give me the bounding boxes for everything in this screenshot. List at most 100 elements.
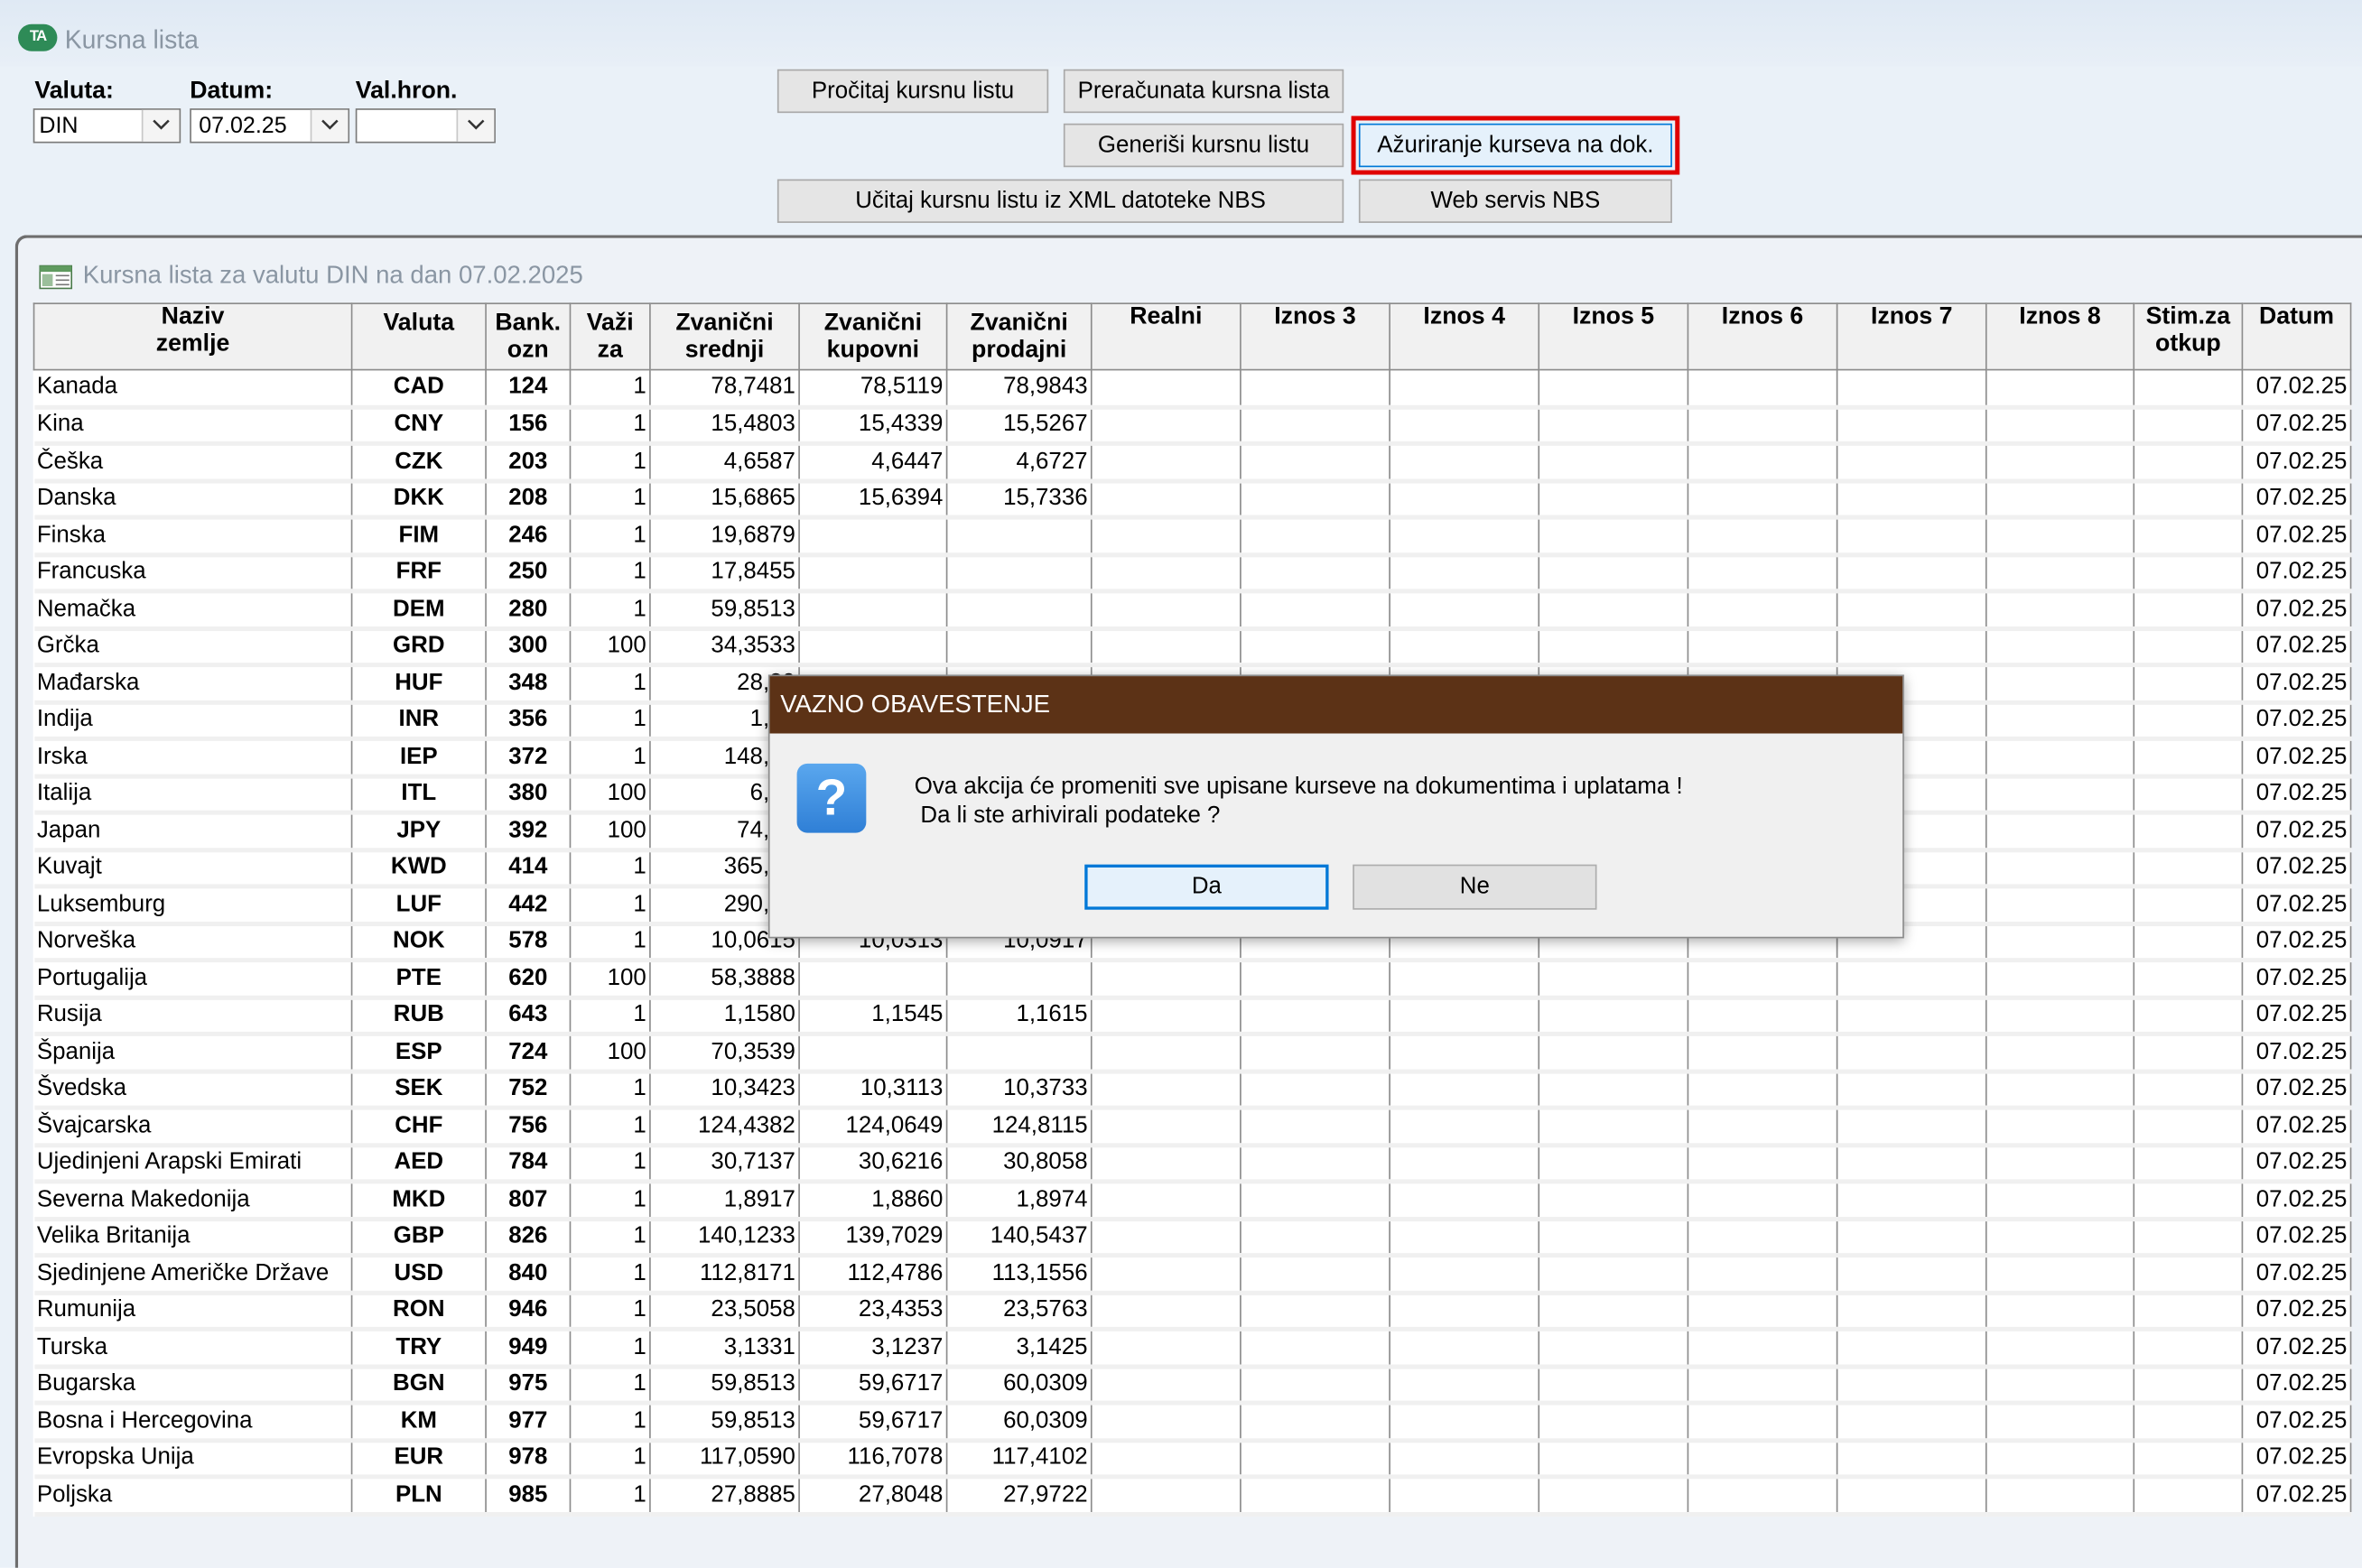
- amount-3-cell[interactable]: [1240, 1366, 1390, 1406]
- bank-code-cell[interactable]: 246: [486, 517, 572, 557]
- stim-purchase-cell[interactable]: [2134, 1108, 2244, 1147]
- country-name-cell[interactable]: Kina: [33, 406, 353, 446]
- country-name-cell[interactable]: Italija: [33, 775, 353, 815]
- amount-5-cell[interactable]: [1539, 590, 1689, 631]
- amount-5-cell[interactable]: [1539, 369, 1689, 409]
- bank-code-cell[interactable]: 208: [486, 480, 572, 520]
- amount-6-cell[interactable]: [1688, 1144, 1838, 1184]
- official-middle-cell[interactable]: 1,1580: [649, 997, 800, 1036]
- official-middle-cell[interactable]: 140,1233: [649, 1218, 800, 1258]
- real-cell[interactable]: [1091, 1329, 1241, 1369]
- country-name-cell[interactable]: Švajcarska: [33, 1108, 353, 1147]
- real-cell[interactable]: [1091, 960, 1241, 999]
- official-selling-cell[interactable]: [946, 590, 1093, 631]
- official-buying-cell[interactable]: [799, 517, 948, 557]
- amount-8-cell[interactable]: [1985, 1366, 2135, 1406]
- bank-code-cell[interactable]: 442: [486, 886, 572, 926]
- amount-5-cell[interactable]: [1539, 553, 1689, 594]
- currency-code-cell[interactable]: TRY: [351, 1329, 487, 1369]
- stim-purchase-cell[interactable]: [2134, 590, 2244, 631]
- valid-for-cell[interactable]: 1: [570, 1366, 651, 1406]
- real-cell[interactable]: [1091, 627, 1241, 668]
- real-cell[interactable]: [1091, 1108, 1241, 1147]
- amount-8-cell[interactable]: [1985, 517, 2135, 557]
- real-cell[interactable]: [1091, 1292, 1241, 1331]
- amount-4-cell[interactable]: [1390, 1108, 1540, 1147]
- table-row[interactable]: Bugarska BGN 975 1 59,8513 59,6717 60,0309 07.0…: [33, 1366, 2352, 1406]
- amount-4-cell[interactable]: [1390, 1476, 1540, 1517]
- amount-5-cell[interactable]: [1539, 1329, 1689, 1369]
- amount-4-cell[interactable]: [1390, 1366, 1540, 1406]
- table-row[interactable]: Portugalija PTE 620 100 58,3888 07.02.25: [33, 960, 2352, 999]
- amount-4-cell[interactable]: [1390, 406, 1540, 446]
- stim-purchase-cell[interactable]: [2134, 738, 2244, 778]
- currency-code-cell[interactable]: INR: [351, 701, 487, 741]
- official-middle-cell[interactable]: 59,8513: [649, 1366, 800, 1406]
- amount-6-cell[interactable]: [1688, 1439, 1838, 1480]
- date-cell[interactable]: 07.02.25: [2242, 1439, 2352, 1480]
- amount-7-cell[interactable]: [1837, 590, 1987, 631]
- valid-for-cell[interactable]: 1: [570, 997, 651, 1036]
- amount-6-cell[interactable]: [1688, 1403, 1838, 1443]
- official-middle-cell[interactable]: 19,6879: [649, 517, 800, 557]
- stim-purchase-cell[interactable]: [2134, 1476, 2244, 1517]
- web-service-nbs-button[interactable]: Web servis NBS: [1358, 179, 1672, 223]
- stim-purchase-cell[interactable]: [2134, 1292, 2244, 1331]
- official-buying-cell[interactable]: [799, 960, 948, 999]
- official-buying-cell[interactable]: 4,6447: [799, 443, 948, 483]
- amount-8-cell[interactable]: [1985, 1034, 2135, 1073]
- currency-code-cell[interactable]: JPY: [351, 812, 487, 852]
- official-selling-cell[interactable]: 30,8058: [946, 1144, 1093, 1184]
- amount-3-cell[interactable]: [1240, 627, 1390, 668]
- amount-6-cell[interactable]: [1688, 1218, 1838, 1258]
- chevron-down-icon[interactable]: [141, 109, 180, 142]
- date-cell[interactable]: 07.02.25: [2242, 369, 2352, 409]
- col-amount-4-header[interactable]: Iznos 4: [1389, 302, 1540, 371]
- col-amount-8-header[interactable]: Iznos 8: [1985, 302, 2135, 371]
- real-cell[interactable]: [1091, 517, 1241, 557]
- amount-3-cell[interactable]: [1240, 406, 1390, 446]
- amount-6-cell[interactable]: [1688, 627, 1838, 668]
- country-name-cell[interactable]: Rumunija: [33, 1292, 353, 1331]
- official-selling-cell[interactable]: 15,5267: [946, 406, 1093, 446]
- official-selling-cell[interactable]: 117,4102: [946, 1439, 1093, 1480]
- valid-for-cell[interactable]: 1: [570, 590, 651, 631]
- amount-6-cell[interactable]: [1688, 480, 1838, 520]
- table-row[interactable]: Švedska SEK 752 1 10,3423 10,3113 10,3733 07.02…: [33, 1071, 2352, 1110]
- amount-7-cell[interactable]: [1837, 1366, 1987, 1406]
- official-selling-cell[interactable]: 23,5763: [946, 1292, 1093, 1331]
- amount-8-cell[interactable]: [1985, 812, 2135, 852]
- amount-3-cell[interactable]: [1240, 1255, 1390, 1294]
- official-middle-cell[interactable]: 70,3539: [649, 1034, 800, 1073]
- country-name-cell[interactable]: Turska: [33, 1329, 353, 1369]
- official-selling-cell[interactable]: 60,0309: [946, 1366, 1093, 1406]
- no-button[interactable]: Ne: [1353, 864, 1597, 910]
- valid-for-cell[interactable]: 1: [570, 406, 651, 446]
- date-cell[interactable]: 07.02.25: [2242, 1071, 2352, 1110]
- amount-5-cell[interactable]: [1539, 1218, 1689, 1258]
- amount-8-cell[interactable]: [1985, 886, 2135, 926]
- amount-8-cell[interactable]: [1985, 369, 2135, 409]
- stim-purchase-cell[interactable]: [2134, 1144, 2244, 1184]
- bank-code-cell[interactable]: 756: [486, 1108, 572, 1147]
- currency-code-cell[interactable]: FIM: [351, 517, 487, 557]
- amount-7-cell[interactable]: [1837, 1476, 1987, 1517]
- amount-4-cell[interactable]: [1390, 1403, 1540, 1443]
- real-cell[interactable]: [1091, 553, 1241, 594]
- table-row[interactable]: Ujedinjeni Arapski Emirati AED 784 1 30,7137…: [33, 1144, 2352, 1184]
- bank-code-cell[interactable]: 807: [486, 1181, 572, 1221]
- official-buying-cell[interactable]: 30,6216: [799, 1144, 948, 1184]
- table-row[interactable]: Rumunija RON 946 1 23,5058 23,4353 23,5763 07.0…: [33, 1292, 2352, 1331]
- amount-5-cell[interactable]: [1539, 1403, 1689, 1443]
- currency-code-cell[interactable]: KWD: [351, 849, 487, 889]
- official-buying-cell[interactable]: 59,6717: [799, 1366, 948, 1406]
- date-cell[interactable]: 07.02.25: [2242, 590, 2352, 631]
- table-row[interactable]: Češka CZK 203 1 4,6587 4,6447 4,6727 07.02.25: [33, 443, 2352, 483]
- stim-purchase-cell[interactable]: [2134, 1034, 2244, 1073]
- bank-code-cell[interactable]: 348: [486, 664, 572, 704]
- stim-purchase-cell[interactable]: [2134, 1071, 2244, 1110]
- amount-6-cell[interactable]: [1688, 443, 1838, 483]
- amount-3-cell[interactable]: [1240, 480, 1390, 520]
- country-name-cell[interactable]: Portugalija: [33, 960, 353, 999]
- amount-6-cell[interactable]: [1688, 1181, 1838, 1221]
